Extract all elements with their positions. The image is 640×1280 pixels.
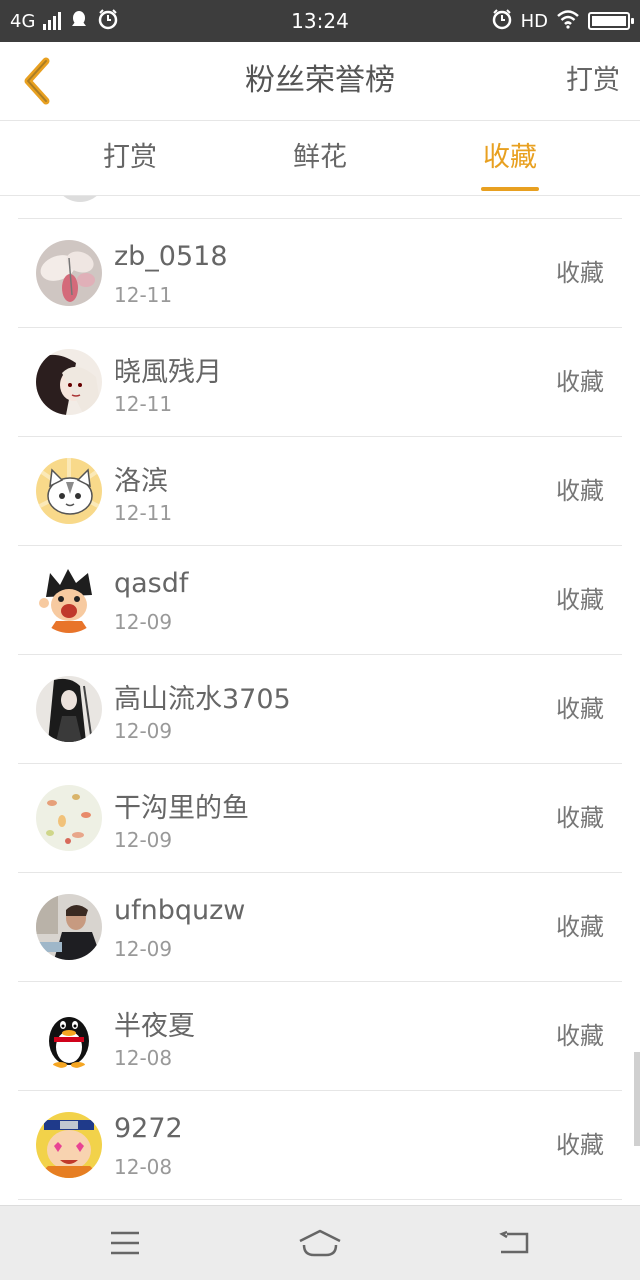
- list-item[interactable]: 晓風残月 12-11 收藏: [18, 328, 622, 437]
- back-system-button[interactable]: [475, 1206, 555, 1280]
- favorite-date: 12-09: [114, 719, 173, 743]
- reward-header-button[interactable]: 打赏: [566, 42, 620, 120]
- status-bar: 4G 13:24 HD: [0, 0, 640, 42]
- man-photo-avatar-icon: [36, 894, 102, 960]
- page-title: 粉丝荣誉榜: [245, 63, 395, 98]
- list-item[interactable]: 9272 12-08 收藏: [18, 1091, 622, 1200]
- fan-list[interactable]: zb_0518 12-11 收藏 晓風残月 12-11 收藏 洛滨 12-11 …: [18, 196, 622, 1206]
- user-name: 干沟里的鱼: [114, 793, 249, 824]
- penguin-avatar-icon: [36, 1003, 102, 1069]
- user-name: 高山流水3705: [114, 684, 291, 715]
- tab-reward[interactable]: 打赏: [70, 121, 190, 195]
- avatar: [36, 567, 102, 633]
- tab-flowers[interactable]: 鲜花: [260, 121, 380, 195]
- petals-avatar-icon: [36, 785, 102, 851]
- tab-label: 打赏: [103, 142, 157, 173]
- home-icon: [299, 1229, 341, 1257]
- favorite-label: 收藏: [556, 1131, 604, 1159]
- user-name: zb_0518: [114, 241, 228, 272]
- return-icon: [499, 1230, 529, 1254]
- avatar: [36, 1003, 102, 1069]
- avatar: [36, 785, 102, 851]
- scrollbar[interactable]: [634, 1052, 640, 1146]
- anime-girl-avatar-icon: [36, 349, 102, 415]
- swordsman-avatar-icon: [36, 676, 102, 742]
- status-right: HD: [491, 0, 634, 42]
- list-item-partial: [18, 196, 622, 219]
- user-name: ufnbquzw: [114, 895, 246, 926]
- favorite-date: 12-08: [114, 1046, 173, 1070]
- avatar: [36, 349, 102, 415]
- favorite-label: 收藏: [556, 477, 604, 505]
- favorite-date: 12-11: [114, 501, 173, 525]
- avatar: [36, 676, 102, 742]
- list-item[interactable]: 半夜夏 12-08 收藏: [18, 982, 622, 1091]
- menu-icon: [111, 1231, 139, 1255]
- wifi-icon: [556, 9, 580, 34]
- favorite-date: 12-09: [114, 937, 173, 961]
- tab-label: 鲜花: [293, 142, 347, 173]
- user-name: 晓風残月: [114, 357, 222, 388]
- favorite-label: 收藏: [556, 695, 604, 723]
- hd-indicator: HD: [520, 10, 548, 32]
- avatar: [36, 894, 102, 960]
- user-name: 洛滨: [114, 466, 168, 497]
- favorite-label: 收藏: [556, 586, 604, 614]
- favorite-date: 12-11: [114, 283, 173, 307]
- active-tab-indicator: [481, 187, 539, 191]
- user-name: 半夜夏: [114, 1011, 195, 1042]
- avatar: [36, 240, 102, 306]
- avatar: [36, 1112, 102, 1178]
- list-item[interactable]: 高山流水3705 12-09 收藏: [18, 655, 622, 764]
- avatar: [54, 196, 106, 202]
- system-nav-bar: [0, 1205, 640, 1280]
- tab-favorites[interactable]: 收藏: [450, 121, 570, 195]
- favorite-date: 12-09: [114, 828, 173, 852]
- cartoon-boy-avatar-icon: [36, 567, 102, 633]
- alarm-icon: [491, 8, 513, 35]
- butterfly-avatar-icon: [36, 240, 102, 306]
- tab-bar: 打赏 鲜花 收藏: [0, 121, 640, 196]
- list-item[interactable]: 干沟里的鱼 12-09 收藏: [18, 764, 622, 873]
- list-item[interactable]: 洛滨 12-11 收藏: [18, 437, 622, 546]
- cat-avatar-icon: [36, 458, 102, 524]
- favorite-label: 收藏: [556, 368, 604, 396]
- favorite-date: 12-09: [114, 610, 173, 634]
- list-item[interactable]: qasdf 12-09 收藏: [18, 546, 622, 655]
- app-header: 粉丝荣誉榜 打赏: [0, 42, 640, 121]
- battery-icon: [588, 12, 634, 30]
- menu-button[interactable]: [85, 1206, 165, 1280]
- favorite-label: 收藏: [556, 1022, 604, 1050]
- tab-label: 收藏: [483, 142, 537, 173]
- favorite-label: 收藏: [556, 913, 604, 941]
- favorite-date: 12-08: [114, 1155, 173, 1179]
- ninja-avatar-icon: [36, 1112, 102, 1178]
- user-name: 9272: [114, 1113, 183, 1144]
- favorite-label: 收藏: [556, 804, 604, 832]
- favorite-label: 收藏: [556, 259, 604, 287]
- list-item[interactable]: ufnbquzw 12-09 收藏: [18, 873, 622, 982]
- user-name: qasdf: [114, 568, 189, 599]
- favorite-date: 12-11: [114, 392, 173, 416]
- avatar: [36, 458, 102, 524]
- home-button[interactable]: [280, 1206, 360, 1280]
- list-item[interactable]: zb_0518 12-11 收藏: [18, 219, 622, 328]
